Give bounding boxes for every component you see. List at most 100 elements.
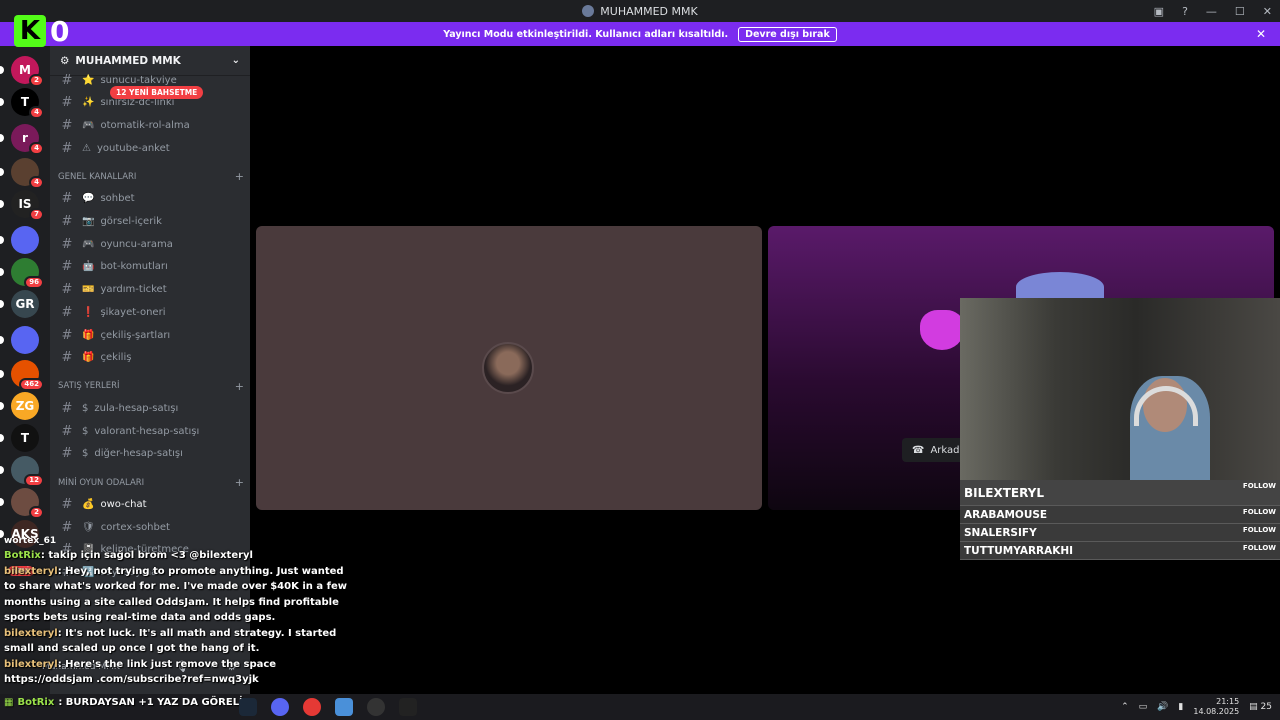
server-icon-12[interactable]: 12 [11, 456, 44, 487]
battery-icon[interactable]: ▮ [1178, 702, 1183, 712]
channel-item[interactable]: # 🎁 çekiliş-şartları [58, 325, 244, 345]
category-name: GENEL KANALLARI [58, 171, 137, 182]
app-icon[interactable] [335, 698, 353, 716]
chevron-up-icon[interactable]: ⌃ [1121, 702, 1129, 712]
add-channel-icon[interactable]: + [235, 476, 244, 489]
channel-item[interactable]: # 🎫 yardım-ticket [58, 280, 244, 300]
channel-emoji: $ [82, 425, 89, 437]
server-icon-0[interactable]: M2 [11, 56, 44, 87]
hash-icon: # [61, 519, 73, 535]
server-icon-9[interactable]: 462 [11, 360, 44, 391]
channel-item[interactable]: # 💬 sohbet [58, 189, 244, 209]
category-header[interactable]: MİNİ OYUN ODALARI + [58, 475, 244, 491]
help-icon[interactable]: ? [1182, 5, 1188, 18]
hash-icon: # [61, 191, 73, 207]
server-icon-6[interactable]: 96 [11, 258, 44, 289]
channel-item[interactable]: # 🎮 otomatik-rol-alma [58, 115, 244, 135]
follow-row: TUTTUMYARRAKHI FOLLOW [960, 542, 1280, 560]
unread-indicator [0, 236, 4, 244]
gem-icon [920, 310, 964, 350]
chevron-down-icon[interactable]: ⌄ [232, 55, 240, 66]
hash-icon: # [61, 95, 73, 111]
inbox-icon[interactable]: ▣ [1154, 5, 1164, 18]
server-icon-1[interactable]: T4 [11, 88, 44, 119]
channel-emoji: 🎮 [82, 119, 95, 131]
clock[interactable]: 21:15 14.08.2025 [1193, 697, 1239, 717]
discord-icon[interactable] [271, 698, 289, 716]
close-banner-icon[interactable]: ✕ [1256, 27, 1266, 41]
channel-emoji: ✨ [82, 97, 95, 109]
mention-badge: 2 [29, 74, 44, 87]
channel-emoji: 🛡 [82, 521, 95, 533]
channel-item[interactable]: # 📷 görsel-içerik [58, 212, 244, 232]
notification-icon[interactable]: ▤ 25 [1249, 702, 1272, 712]
kick-logo-icon: K [14, 15, 46, 47]
channel-emoji: $ [82, 402, 89, 414]
channel-name: bot-komutları [100, 261, 168, 273]
minimize-button[interactable]: — [1206, 5, 1217, 18]
channel-item[interactable]: # ❗ şikayet-oneri [58, 302, 244, 322]
obs-icon[interactable] [367, 698, 385, 716]
unread-indicator [0, 466, 4, 474]
add-channel-icon[interactable]: + [235, 170, 244, 183]
capcut-icon[interactable] [399, 698, 417, 716]
category-header[interactable]: GENEL KANALLARI + [58, 169, 244, 185]
steam-icon[interactable] [239, 698, 257, 716]
server-icon-10[interactable]: ZG [11, 392, 39, 420]
close-button[interactable]: ✕ [1263, 5, 1272, 18]
channel-item[interactable]: # $ diğer-hesap-satışı [58, 444, 244, 464]
chrome-icon[interactable] [303, 698, 321, 716]
channel-item[interactable]: # 🎁 çekiliş [58, 348, 244, 368]
channel-emoji: 🤖 [82, 261, 95, 273]
hash-icon: # [61, 446, 73, 462]
server-icon-3[interactable]: 4 [11, 158, 44, 189]
server-icon-2[interactable]: r4 [11, 124, 44, 155]
new-mentions-pill[interactable]: 12 YENİ BAHSETME [110, 86, 204, 99]
follow-tag: FOLLOW [1242, 508, 1276, 516]
server-icon-4[interactable]: IS 7 [11, 190, 44, 221]
server-icon-8[interactable] [11, 326, 39, 354]
channel-item[interactable]: # 🤖 bot-komutları [58, 257, 244, 277]
chat-username: BotRix [4, 550, 41, 561]
channel-item[interactable]: # $ zula-hesap-satışı [58, 398, 244, 418]
hash-icon: # [61, 282, 73, 298]
volume-icon[interactable]: 🔊 [1157, 702, 1168, 712]
channel-name: çekiliş [100, 352, 132, 364]
hash-icon: # [61, 350, 73, 366]
server-icon-7[interactable]: GR [11, 290, 39, 318]
chat-text: : takip için sağol brom <3 @bilexteryl [40, 550, 253, 561]
kick-logo: K 0 [14, 14, 74, 48]
channel-item[interactable]: # 🎮 oyuncu-arama [58, 234, 244, 254]
window-controls: ▣ ? — ☐ ✕ [1154, 0, 1272, 22]
unread-indicator [0, 498, 4, 506]
channel-emoji: ⭐ [82, 74, 95, 86]
channel-name: oyuncu-arama [100, 238, 173, 250]
chat-message: bilexteryl: It's not luck. It's all math… [0, 626, 360, 657]
voice-participant-tile[interactable] [256, 226, 762, 510]
mention-badge: 4 [29, 142, 44, 155]
channel-item[interactable]: # 🛡 cortex-sohbet [58, 517, 244, 537]
hash-icon: # [61, 423, 73, 439]
unread-indicator [0, 200, 4, 208]
server-icon-5[interactable] [11, 226, 39, 254]
streamer-mode-banner: Yayıncı Modu etkinleştirildi. Kullanıcı … [0, 22, 1280, 46]
add-channel-icon[interactable]: + [235, 380, 244, 393]
follow-alerts: BILEXTERYL FOLLOW ARABAMOUSE FOLLOW SNALERSI… [960, 480, 1280, 560]
server-icon-13[interactable]: 2 [11, 488, 44, 519]
hash-icon: # [61, 497, 73, 512]
hash-icon: # [61, 140, 73, 156]
channel-emoji: 💰 [82, 499, 95, 510]
chat-username: bilexteryl [4, 565, 58, 577]
channel-item[interactable]: # ⚠ youtube-anket [58, 138, 244, 158]
disable-streamer-mode-button[interactable]: Devre dışı bırak [738, 26, 837, 42]
maximize-button[interactable]: ☐ [1235, 5, 1245, 18]
server-icon-11[interactable]: T [11, 424, 39, 452]
channel-name: youtube-anket [96, 142, 170, 154]
category-header[interactable]: SATIŞ YERLERİ + [58, 378, 244, 394]
channel-item[interactable]: # 💰 owo-chat [58, 495, 244, 515]
channel-item[interactable]: # $ valorant-hesap-satışı [58, 421, 244, 441]
chat-message: BotRix: takip için sağol brom <3 @bilext… [0, 548, 360, 564]
follower-name: TUTTUMYARRAKHI [964, 544, 1074, 557]
network-icon[interactable]: ▭ [1139, 702, 1148, 712]
follow-row: SNALERSIFY FOLLOW [960, 524, 1280, 542]
